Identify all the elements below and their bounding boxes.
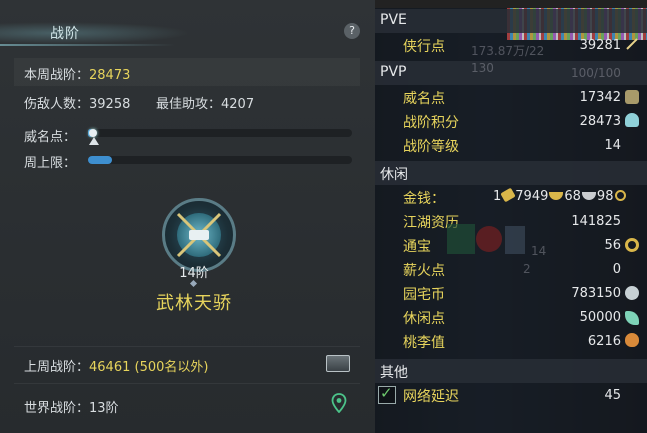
assist-row: 最佳助攻：4207	[156, 93, 254, 112]
leisure-points-value: 50000	[579, 310, 621, 325]
other-section-bg	[375, 359, 647, 383]
money-value: 1 7949 68 98	[493, 187, 627, 204]
pve-section-title: PVE	[380, 12, 407, 28]
money-label: 金钱：	[403, 191, 445, 207]
assist-value: 4207	[221, 97, 255, 112]
section-divider	[14, 383, 360, 384]
money-silver: 7949	[515, 189, 549, 204]
latency-value: 45	[604, 388, 621, 403]
rank-title: 武林天骄	[156, 293, 232, 314]
peach-value-label: 桃李值	[403, 335, 445, 351]
fame-progress-marker	[89, 129, 97, 137]
world-rank-row: 世界战阶：13阶	[24, 397, 119, 416]
world-rank-value: 13阶	[89, 401, 119, 416]
pve-ghost-text: 173.87万/22	[471, 44, 545, 58]
rank-level-label: 战阶等级	[403, 139, 459, 155]
tongbao-ghost: 14	[531, 244, 547, 258]
latency-label: 网络延迟	[403, 389, 459, 405]
fire-points-label: 薪火点	[403, 263, 445, 279]
header-underline	[0, 44, 175, 46]
reward-chest-icon[interactable]	[326, 355, 350, 372]
xiaxing-value: 39281	[579, 38, 621, 53]
money-wen: 98	[596, 189, 614, 204]
pve-section-bg	[375, 9, 647, 33]
fame-label: 威名点：	[24, 130, 77, 145]
kills-value: 39258	[89, 97, 131, 112]
homestead-coin-value: 783150	[571, 286, 621, 301]
money-copper: 68	[564, 189, 581, 204]
weekly-limit-progress-bar	[88, 156, 352, 164]
pvp-ghost-left: 130	[471, 61, 494, 75]
rank-emblem-icon	[162, 198, 236, 272]
header-glow	[0, 22, 190, 44]
pvp-ghost-right: 100/100	[571, 66, 621, 80]
peach-value-value: 6216	[587, 334, 621, 349]
world-rank-label: 世界战阶：	[24, 401, 90, 416]
last-week-row: 上周战阶：46461 (500名以外)	[24, 356, 208, 375]
brush-icon	[626, 38, 638, 50]
homestead-coin-label: 园宅币	[403, 287, 445, 303]
weekly-limit-label: 周上限：	[24, 156, 77, 171]
mask-icon	[625, 90, 639, 104]
fame-progress-bar	[88, 129, 352, 137]
section-divider	[14, 346, 360, 347]
jianghu-exp-value: 141825	[571, 214, 621, 229]
last-week-value: 46461 (500名以外)	[89, 360, 209, 375]
cloud-coin-icon	[625, 286, 639, 300]
location-pin-icon[interactable]	[331, 393, 347, 413]
fame-points-value: 17342	[579, 90, 621, 105]
leisure-points-label: 休闲点	[403, 311, 445, 327]
silver-yuanbao-icon	[581, 192, 596, 200]
fame-progress-pointer	[89, 137, 99, 145]
item-slot-icons	[447, 224, 525, 254]
fire-points-ghost: 2	[523, 262, 531, 276]
assist-label: 最佳助攻：	[156, 97, 222, 112]
leisure-section-bg	[375, 161, 647, 185]
help-icon[interactable]: ?	[344, 23, 360, 39]
panel-header: 战阶 ?	[0, 14, 375, 50]
gold-yuanbao-icon	[549, 192, 564, 200]
gold-ingot-icon	[500, 187, 516, 203]
crossed-swords-icon	[176, 212, 222, 258]
kills-row: 伤敌人数：39258	[24, 93, 130, 112]
currency-panel: PVE 173.87万/22 侠行点 39281 PVP 130 100/100…	[375, 0, 647, 433]
rank-level: 14阶	[179, 266, 209, 281]
copper-coin-icon	[615, 190, 627, 201]
panel-title: 战阶	[50, 26, 80, 42]
tongbao-value: 56	[604, 238, 621, 253]
gourd-icon	[625, 333, 639, 347]
weekly-rank-value: 28473	[89, 68, 131, 83]
tongbao-label: 通宝	[403, 239, 431, 255]
rank-panel: 战阶 ? 本周战阶：28473 伤敌人数：39258 最佳助攻：4207 威名点…	[0, 0, 375, 433]
rank-score-value: 28473	[579, 114, 621, 129]
leisure-section-title: 休闲	[380, 167, 408, 183]
rank-level-value: 14	[604, 138, 621, 153]
latency-checkbox[interactable]: ✓	[378, 384, 396, 404]
weekly-limit-progress-fill	[88, 156, 112, 164]
money-gold: 1	[493, 189, 502, 204]
weekly-rank-row: 本周战阶：28473	[24, 64, 130, 83]
kills-label: 伤敌人数：	[24, 97, 90, 112]
crystal-icon	[625, 113, 639, 127]
xiaxing-label: 侠行点	[403, 39, 445, 55]
coin-icon	[625, 238, 639, 252]
checkmark-icon: ✓	[380, 384, 393, 402]
rank-score-label: 战阶积分	[403, 115, 459, 131]
weekly-rank-label: 本周战阶：	[24, 68, 90, 83]
other-section-title: 其他	[380, 365, 408, 381]
top-strip	[375, 0, 647, 8]
pvp-section-title: PVP	[380, 64, 407, 80]
fame-points-label: 威名点	[403, 91, 445, 107]
rank-divider-dot	[189, 279, 198, 288]
last-week-label: 上周战阶：	[24, 360, 90, 375]
fire-points-value: 0	[612, 262, 621, 277]
